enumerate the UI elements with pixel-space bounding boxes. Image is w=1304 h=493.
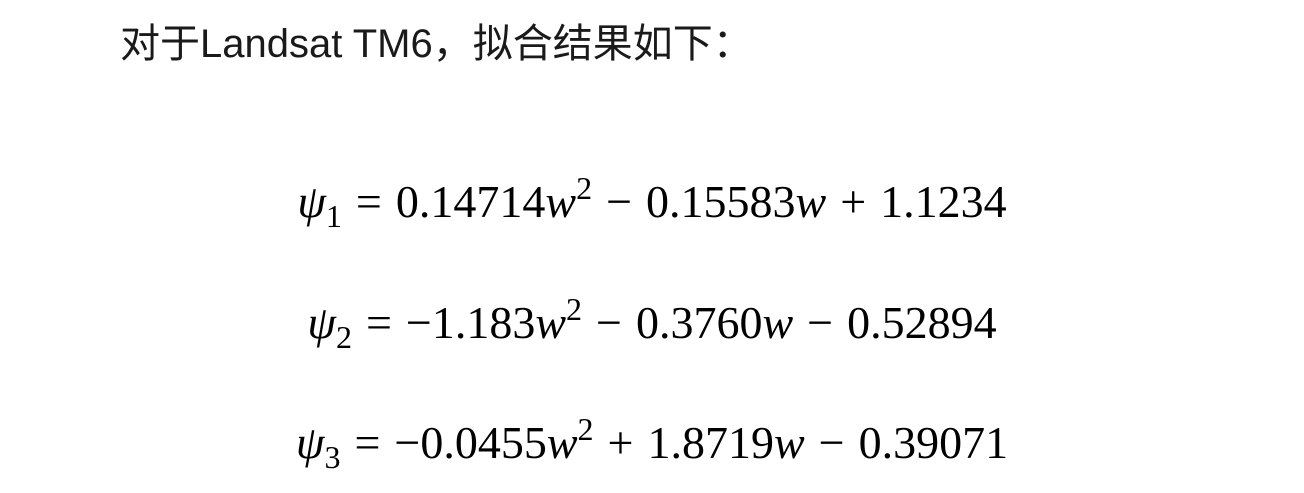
coefficient: 0.14714 bbox=[395, 176, 546, 227]
equation-lhs: ψ3 bbox=[295, 417, 341, 473]
operator: − bbox=[807, 297, 834, 348]
coefficient: −0.0455 bbox=[394, 417, 547, 468]
variable-w: w bbox=[546, 417, 578, 468]
variable-w: w bbox=[545, 176, 577, 227]
variable-w: w bbox=[795, 176, 827, 227]
equals-sign: = bbox=[365, 297, 392, 348]
operator: + bbox=[607, 417, 634, 468]
constant: 0.52894 bbox=[847, 297, 997, 348]
exponent: 2 bbox=[566, 291, 583, 327]
coefficient: 0.15583 bbox=[646, 176, 796, 227]
psi-symbol: ψ bbox=[297, 176, 326, 227]
psi-symbol: ψ bbox=[295, 417, 325, 468]
subscript: 3 bbox=[324, 439, 341, 475]
operator: − bbox=[818, 417, 845, 468]
equation-list: ψ1 = 0.14714w2−0.15583w +1.1234 ψ2 = −1.183w2… bbox=[0, 0, 1304, 493]
equation-psi-2: ψ2 = −1.183w2−0.3760w −0.52894 bbox=[0, 293, 1304, 353]
subscript: 2 bbox=[335, 319, 352, 355]
subscript: 1 bbox=[325, 198, 342, 234]
equals-sign: = bbox=[354, 417, 381, 468]
exponent: 2 bbox=[577, 411, 594, 447]
variable-w: w bbox=[773, 417, 805, 468]
exponent: 2 bbox=[576, 170, 593, 206]
operator: − bbox=[596, 297, 622, 348]
operator: + bbox=[840, 176, 867, 227]
equation-psi-1: ψ1 = 0.14714w2−0.15583w +1.1234 bbox=[0, 172, 1304, 232]
equation-lhs: ψ1 bbox=[297, 176, 342, 232]
equation-lhs: ψ2 bbox=[307, 297, 352, 353]
equation-psi-3: ψ3 = −0.0455w2 +1.8719w −0.39071 bbox=[0, 413, 1304, 473]
variable-w: w bbox=[762, 297, 794, 348]
coefficient: 0.3760 bbox=[635, 297, 763, 348]
constant: 1.1234 bbox=[880, 176, 1007, 227]
psi-symbol: ψ bbox=[307, 297, 336, 348]
operator: − bbox=[606, 176, 633, 227]
equals-sign: = bbox=[355, 176, 382, 227]
variable-w: w bbox=[535, 297, 567, 348]
coefficient: 1.8719 bbox=[647, 417, 774, 468]
constant: 0.39071 bbox=[858, 417, 1009, 468]
coefficient: −1.183 bbox=[405, 297, 536, 348]
